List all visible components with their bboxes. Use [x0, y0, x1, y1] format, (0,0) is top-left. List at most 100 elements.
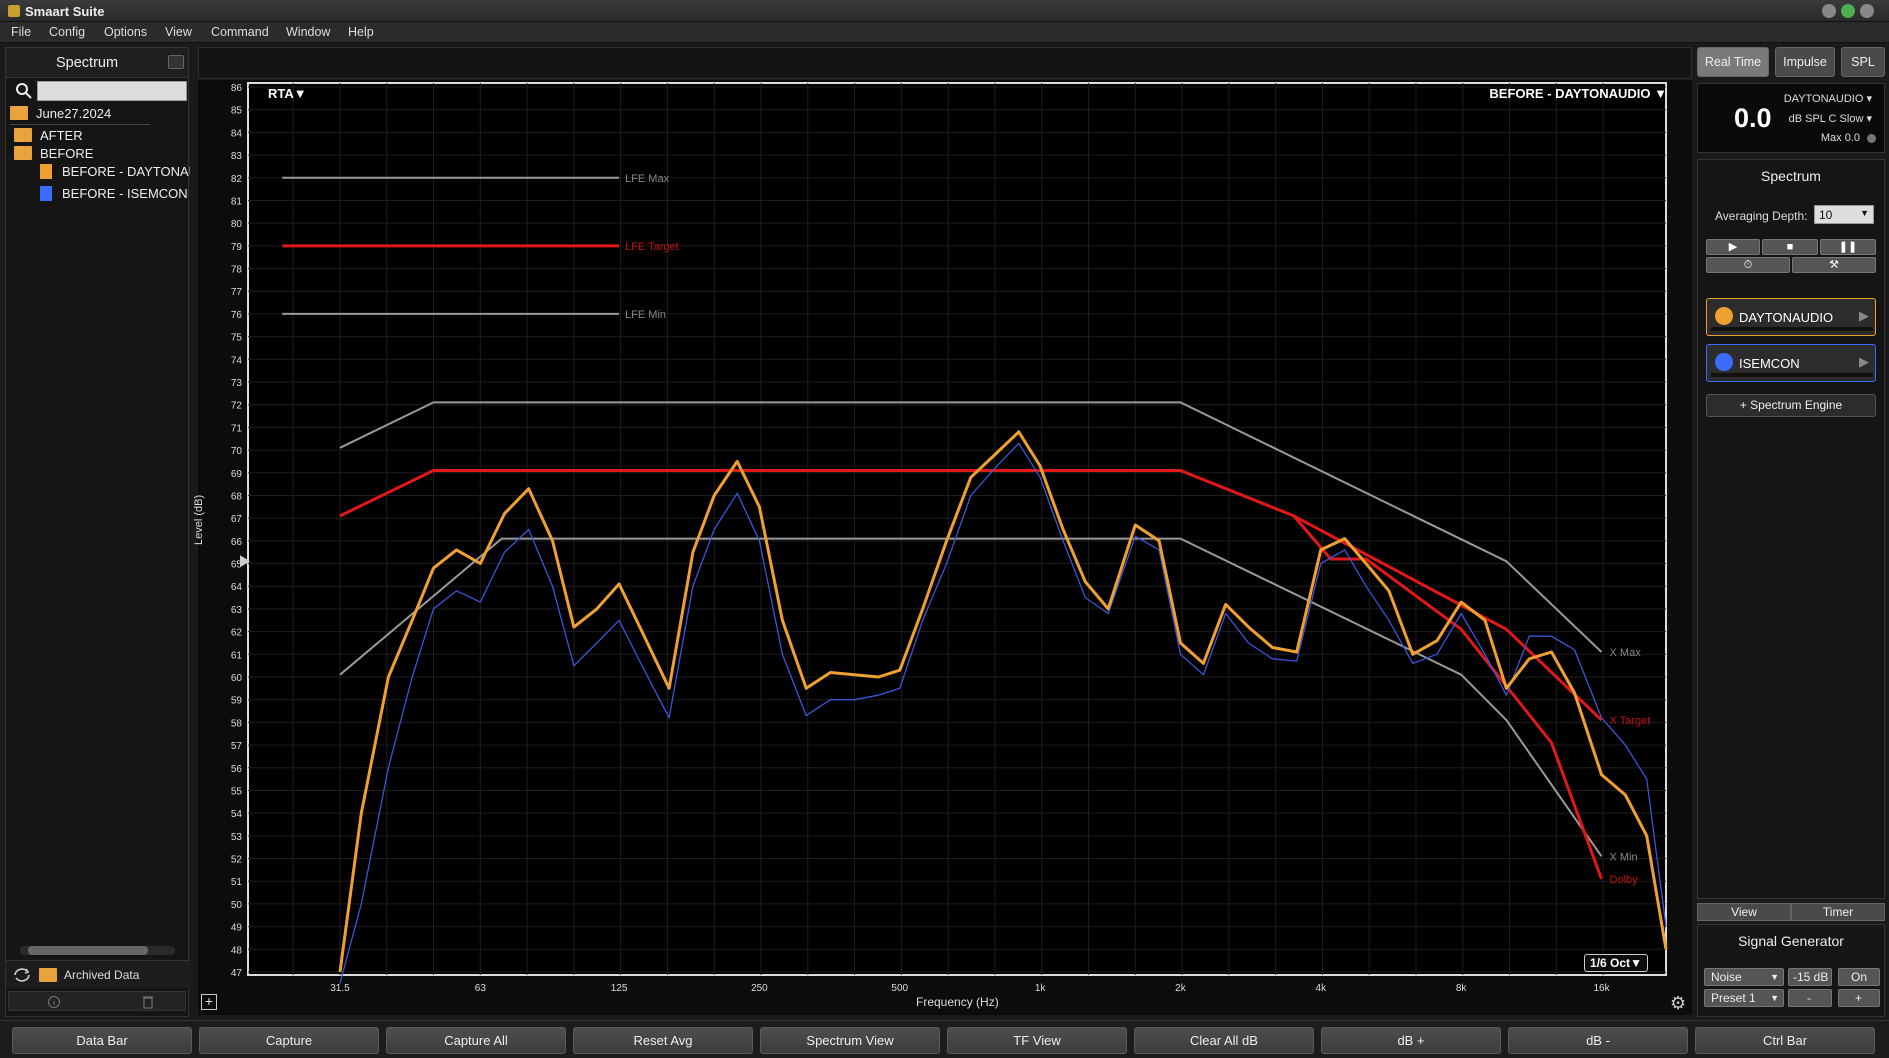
y-tick-label: 56 — [231, 764, 243, 775]
gear-icon[interactable]: ⚙ — [1670, 993, 1686, 1014]
meter-reset-indicator[interactable] — [1867, 134, 1876, 143]
add-spectrum-engine-button[interactable]: + Spectrum Engine — [1706, 394, 1876, 417]
trace-item-daytonaudio[interactable]: BEFORE - DAYTONAUDIO — [40, 164, 190, 179]
y-tick-label: 78 — [231, 265, 243, 276]
archived-data-row[interactable]: Archived Data — [6, 960, 190, 988]
horizontal-scrollbar[interactable] — [20, 946, 175, 955]
dropdown-arrow-icon: ▼ — [1770, 972, 1779, 982]
y-tick-label: 60 — [231, 673, 243, 684]
x-axis-label: Frequency (Hz) — [916, 995, 999, 1009]
data-bar-button[interactable]: Data Bar — [12, 1027, 192, 1054]
menu-options[interactable]: Options — [104, 25, 147, 39]
db-minus-button[interactable]: dB - — [1508, 1027, 1688, 1054]
level-minus-button[interactable]: - — [1788, 989, 1832, 1007]
x-tick-label: 8k — [1456, 983, 1468, 994]
timer-button[interactable]: ⏱ — [1706, 257, 1790, 273]
spl-value: 0.0 — [1734, 103, 1772, 133]
y-tick-label: 49 — [231, 923, 243, 934]
real-time-button[interactable]: Real Time — [1697, 47, 1769, 77]
search-icon — [16, 83, 32, 99]
trace-select-dropdown[interactable]: BEFORE - DAYTONAUDIO ▼ — [1489, 86, 1667, 101]
session-folder[interactable]: June27.2024 — [10, 106, 150, 125]
y-axis-label: Level (dB) — [193, 494, 205, 545]
folder-before[interactable]: BEFORE — [14, 146, 93, 161]
y-tick-label: 70 — [231, 446, 243, 457]
meter-weighting-dropdown[interactable]: dB SPL C Slow ▾ — [1789, 112, 1872, 125]
signal-level[interactable]: -15 dB — [1788, 968, 1832, 986]
folder-after[interactable]: AFTER — [14, 128, 83, 143]
y-tick-label: 54 — [231, 809, 243, 820]
reference-line-label: LFE Target — [625, 241, 679, 253]
menu-config[interactable]: Config — [49, 25, 85, 39]
y-tick-label: 72 — [231, 401, 243, 412]
averaging-depth-label: Averaging Depth: — [1715, 209, 1808, 223]
tf-view-button[interactable]: TF View — [947, 1027, 1127, 1054]
engine-play-icon[interactable]: ▶ — [1859, 354, 1869, 370]
db-plus-button[interactable]: dB + — [1321, 1027, 1501, 1054]
spectrum-view-button[interactable]: Spectrum View — [760, 1027, 940, 1054]
meter-weighting: dB SPL C Slow — [1788, 113, 1864, 125]
y-tick-label: 86 — [231, 83, 243, 94]
y-tick-label: 61 — [231, 650, 243, 661]
stop-button[interactable]: ■ — [1762, 239, 1818, 255]
preset-select[interactable]: Preset 1 ▼ — [1704, 989, 1784, 1007]
engine-name: DAYTONAUDIO — [1739, 310, 1834, 325]
menu-icon[interactable] — [168, 55, 184, 69]
y-tick-label: 58 — [231, 718, 243, 729]
spl-button[interactable]: SPL — [1841, 47, 1885, 77]
level-plus-button[interactable]: + — [1838, 989, 1880, 1007]
trace-item-isemcon[interactable]: BEFORE - ISEMCON — [40, 186, 190, 201]
impulse-button[interactable]: Impulse — [1775, 47, 1835, 77]
search-input[interactable] — [37, 81, 187, 101]
curve-label: X Max — [1610, 647, 1642, 659]
signal-on-button[interactable]: On — [1838, 968, 1880, 986]
tools-button[interactable]: ⚒ — [1792, 257, 1876, 273]
y-tick-label: 51 — [231, 877, 243, 888]
curve-label: X Min — [1610, 851, 1638, 863]
plot-toolbar-area — [198, 47, 1692, 79]
menu-command[interactable]: Command — [211, 25, 269, 39]
view-tab[interactable]: View — [1697, 903, 1791, 921]
ctrl-bar-button[interactable]: Ctrl Bar — [1695, 1027, 1875, 1054]
averaging-depth-select[interactable]: 10 ▼ — [1814, 205, 1874, 224]
reset-avg-button[interactable]: Reset Avg — [573, 1027, 753, 1054]
x-tick-label: 1k — [1035, 983, 1047, 994]
add-plot-icon[interactable]: + — [201, 994, 217, 1010]
app-icon — [8, 5, 20, 17]
sync-icon[interactable] — [12, 966, 32, 984]
maximize-button[interactable] — [1841, 4, 1855, 18]
minimize-button[interactable] — [1822, 4, 1836, 18]
pause-button[interactable]: ❚❚ — [1820, 239, 1876, 255]
close-button[interactable] — [1860, 4, 1874, 18]
info-icon[interactable] — [47, 995, 61, 1009]
spectrum-plot-area[interactable]: 86 85 84 83 82 81 80 79 78 77 76 75 74 73 72 71 70 69 68 67… — [198, 80, 1692, 1015]
menu-window[interactable]: Window — [286, 25, 330, 39]
engine-daytonaudio[interactable]: DAYTONAUDIO ▶ — [1706, 298, 1876, 336]
resolution-dropdown[interactable]: 1/6 Oct▼ — [1584, 954, 1648, 972]
menu-file[interactable]: File — [11, 25, 31, 39]
meter-max: Max 0.0 — [1820, 132, 1860, 144]
y-tick-label: 67 — [231, 514, 243, 525]
timer-tab[interactable]: Timer — [1791, 903, 1885, 921]
capture-all-button[interactable]: Capture All — [386, 1027, 566, 1054]
menu-help[interactable]: Help — [348, 25, 374, 39]
spectrum-plot[interactable]: 86 85 84 83 82 81 80 79 78 77 76 75 74 73 72 71 70 69 68 67… — [198, 80, 1692, 1015]
plot-mode-dropdown[interactable]: RTA▼ — [268, 86, 307, 101]
capture-button[interactable]: Capture — [199, 1027, 379, 1054]
menu-view[interactable]: View — [165, 25, 192, 39]
y-tick-label: 55 — [231, 786, 243, 797]
clear-all-db-button[interactable]: Clear All dB — [1134, 1027, 1314, 1054]
meter-source-dropdown[interactable]: DAYTONAUDIO ▾ — [1784, 92, 1872, 105]
menu-bar: File Config Options View Command Window … — [0, 22, 1889, 43]
spectrum-panel-title: Spectrum — [1761, 168, 1821, 184]
x-tick-label: 63 — [475, 983, 487, 994]
engine-isemcon[interactable]: ISEMCON ▶ — [1706, 344, 1876, 382]
scrollbar-thumb[interactable] — [28, 946, 148, 955]
dropdown-arrow-icon: ▾ — [1866, 113, 1872, 125]
trace-file-icon — [40, 164, 52, 179]
trash-icon[interactable] — [142, 995, 154, 1009]
y-tick-label: 64 — [231, 582, 243, 593]
engine-play-icon[interactable]: ▶ — [1859, 308, 1869, 324]
signal-type-select[interactable]: Noise ▼ — [1704, 968, 1784, 986]
play-button[interactable]: ▶ — [1706, 239, 1760, 255]
